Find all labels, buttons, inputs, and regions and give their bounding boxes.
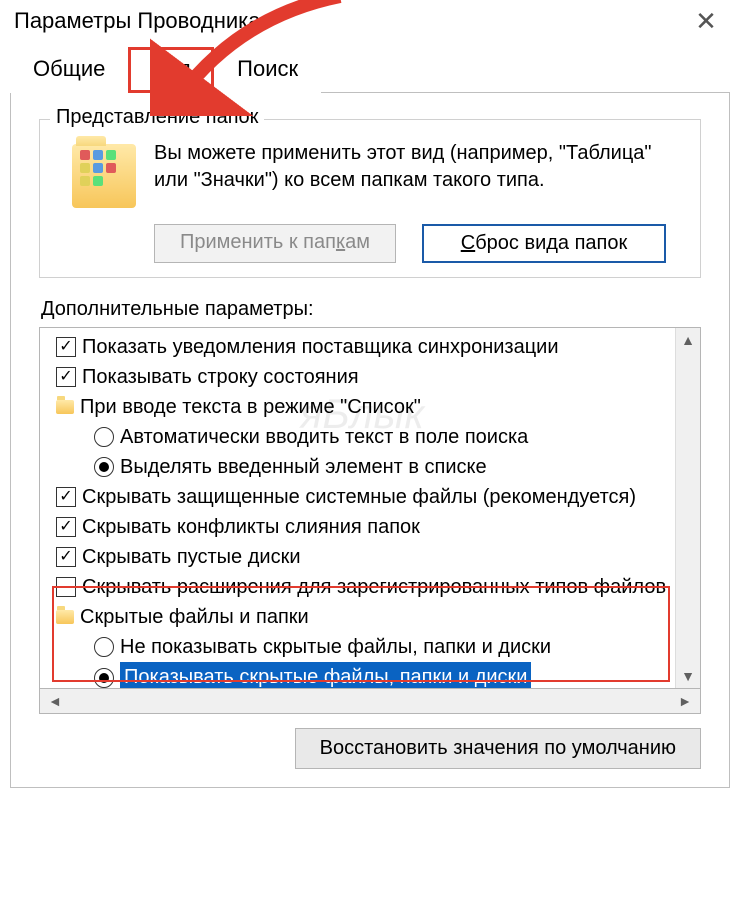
option-hide-empty[interactable]: Скрывать пустые диски <box>82 542 301 572</box>
checkbox-icon[interactable] <box>56 487 76 507</box>
checkbox-icon[interactable] <box>56 517 76 537</box>
scroll-left-icon[interactable]: ◄ <box>48 693 62 709</box>
folder-icon <box>56 400 74 414</box>
radio-icon[interactable] <box>94 637 114 657</box>
radio-icon[interactable] <box>94 427 114 447</box>
option-status-bar[interactable]: Показывать строку состояния <box>82 362 359 392</box>
option-group-hidden: Скрытые файлы и папки <box>80 602 309 632</box>
reset-folders-button[interactable]: Сброс вида папок <box>422 224 666 263</box>
scroll-right-icon[interactable]: ► <box>678 693 692 709</box>
checkbox-icon[interactable] <box>56 547 76 567</box>
annotation-arrow-icon <box>150 0 370 116</box>
vertical-scrollbar[interactable]: ▲ ▼ <box>675 328 700 688</box>
option-hide-ext[interactable]: Скрывать расширения для зарегистрированн… <box>82 572 666 602</box>
option-hide-protected[interactable]: Скрывать защищенные системные файлы (рек… <box>82 482 636 512</box>
checkbox-icon[interactable] <box>56 337 76 357</box>
option-hidden-yes[interactable]: Показывать скрытые файлы, папки и диски <box>120 662 531 688</box>
horizontal-scrollbar[interactable]: ◄ ► <box>39 689 701 714</box>
apply-to-folders-button: Применить к папкам <box>154 224 396 263</box>
advanced-settings-label: Дополнительные параметры: <box>41 298 711 321</box>
option-auto-search[interactable]: Автоматически вводить текст в поле поиск… <box>120 422 528 452</box>
checkbox-icon[interactable] <box>56 367 76 387</box>
scroll-up-icon[interactable]: ▲ <box>681 332 695 348</box>
option-sync-notify[interactable]: Показать уведомления поставщика синхрони… <box>82 332 559 362</box>
option-group-list-input: При вводе текста в режиме "Список" <box>80 392 421 422</box>
option-hidden-no[interactable]: Не показывать скрытые файлы, папки и дис… <box>120 632 551 662</box>
advanced-settings-tree[interactable]: Показать уведомления поставщика синхрони… <box>39 327 701 689</box>
folder-views-description: Вы можете применить этот вид (например, … <box>154 140 686 194</box>
option-hide-merge[interactable]: Скрывать конфликты слияния папок <box>82 512 420 542</box>
close-icon[interactable]: ✕ <box>686 8 726 34</box>
radio-icon[interactable] <box>94 457 114 477</box>
folder-views-group: Представление папок Вы можете применить … <box>39 119 701 278</box>
radio-icon[interactable] <box>94 668 114 688</box>
tab-general[interactable]: Общие <box>10 47 128 93</box>
scroll-down-icon[interactable]: ▼ <box>681 668 695 684</box>
folder-icon <box>72 144 136 208</box>
restore-defaults-button[interactable]: Восстановить значения по умолчанию <box>295 728 701 769</box>
option-select-item[interactable]: Выделять введенный элемент в списке <box>120 452 487 482</box>
folder-icon <box>56 610 74 624</box>
checkbox-icon[interactable] <box>56 577 76 597</box>
tab-panel-view: Представление папок Вы можете применить … <box>10 93 730 788</box>
